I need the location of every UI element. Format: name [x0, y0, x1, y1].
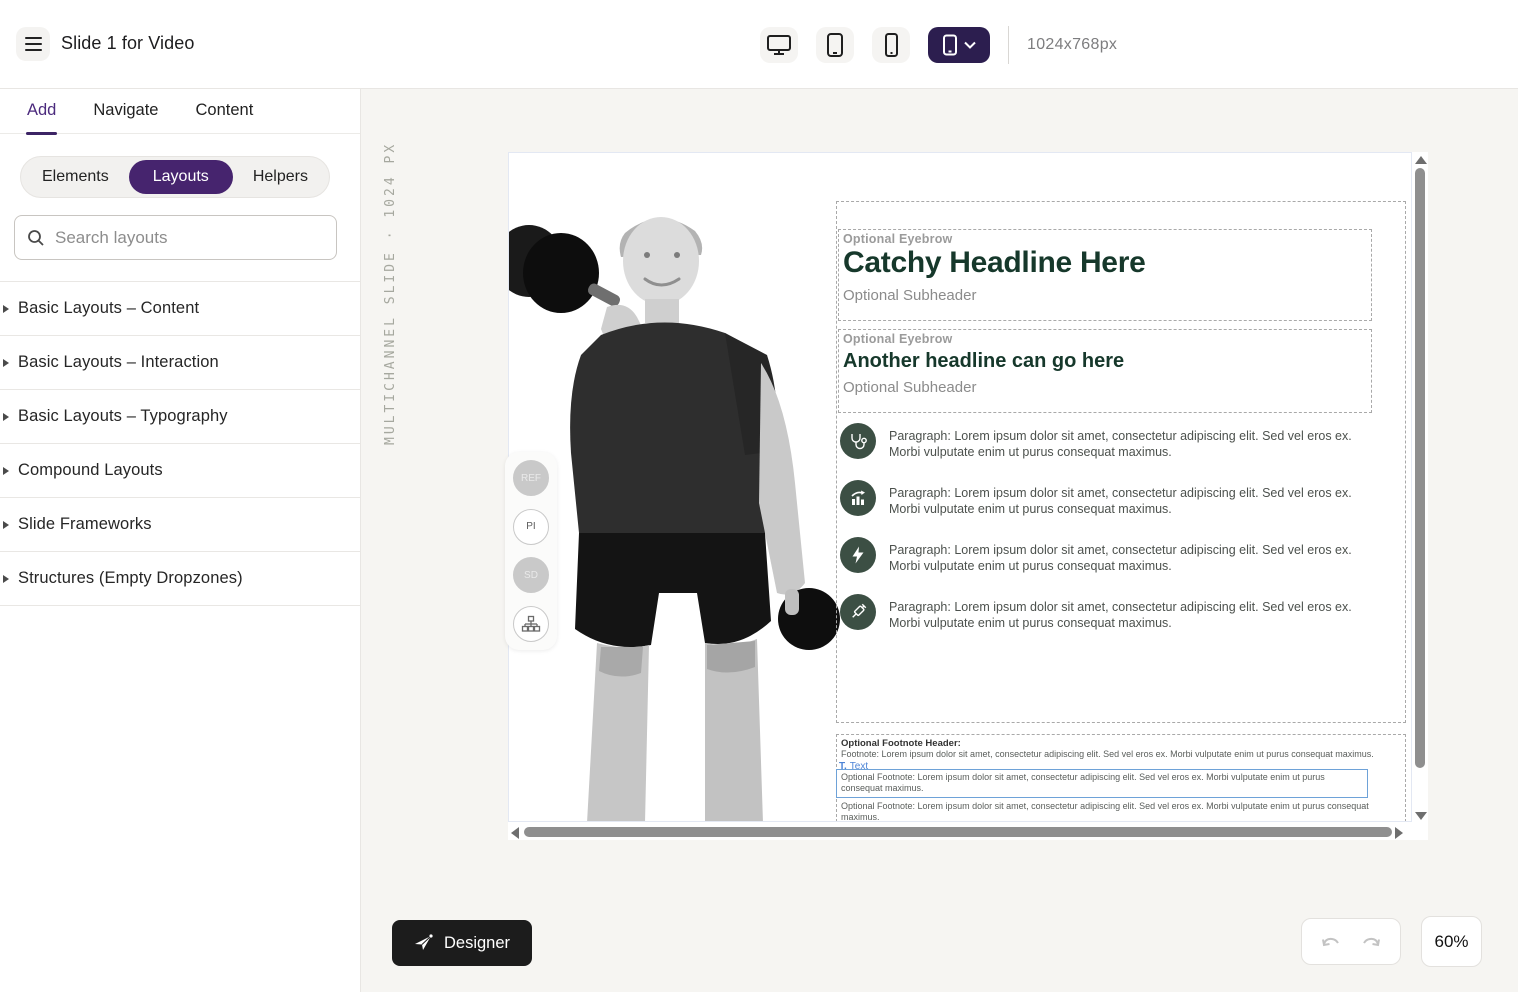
pill-elements[interactable]: Elements: [24, 160, 127, 194]
page-title: Slide 1 for Video: [61, 33, 194, 54]
paragraph-row[interactable]: Paragraph: Lorem ipsum dolor sit amet, c…: [840, 480, 1380, 518]
horizontal-scrollbar[interactable]: [524, 827, 1392, 837]
canvas-area: MULTICHANNEL SLIDE · 1024 PX: [361, 89, 1518, 992]
section-basic-layouts-interaction[interactable]: Basic Layouts – Interaction: [0, 336, 360, 390]
caret-right-icon: [3, 359, 9, 367]
caret-right-icon: [3, 413, 9, 421]
paper-plane-icon: [414, 933, 434, 953]
paragraph-row[interactable]: Paragraph: Lorem ipsum dolor sit amet, c…: [840, 594, 1380, 632]
section-compound-layouts[interactable]: Compound Layouts: [0, 444, 360, 498]
section-structures-empty-dropzones[interactable]: Structures (Empty Dropzones): [0, 552, 360, 606]
search-input[interactable]: [55, 228, 324, 248]
header-block-2[interactable]: Optional Eyebrow Another headline can go…: [838, 329, 1372, 413]
tab-content[interactable]: Content: [195, 101, 253, 122]
growth-chart-icon: [840, 480, 876, 516]
redo-icon[interactable]: [1360, 934, 1382, 950]
scroll-down-arrow[interactable]: [1414, 810, 1428, 822]
undo-icon[interactable]: [1320, 934, 1342, 950]
caret-right-icon: [3, 521, 9, 529]
topbar-divider: [1008, 26, 1009, 64]
lightning-icon: [840, 537, 876, 573]
pi-button[interactable]: PI: [513, 509, 549, 545]
syringe-icon: [840, 594, 876, 630]
pill-helpers[interactable]: Helpers: [235, 160, 326, 194]
menu-icon[interactable]: [16, 27, 50, 61]
sitemap-icon[interactable]: [513, 606, 549, 642]
slide-ruler-label: MULTICHANNEL SLIDE · 1024 PX: [383, 150, 398, 445]
footnote-header[interactable]: Optional Footnote Header:: [841, 738, 1400, 749]
tablet-icon[interactable]: [816, 27, 854, 63]
eyebrow-text[interactable]: Optional Eyebrow: [843, 332, 1371, 346]
stethoscope-icon: [840, 423, 876, 459]
scroll-left-arrow[interactable]: [511, 827, 519, 839]
section-slide-frameworks[interactable]: Slide Frameworks: [0, 498, 360, 552]
subheader-text[interactable]: Optional Subheader: [843, 287, 1371, 304]
scroll-up-arrow[interactable]: [1414, 154, 1428, 166]
footnote-line[interactable]: Optional Footnote: Lorem ipsum dolor sit…: [841, 801, 1401, 822]
subheader-text[interactable]: Optional Subheader: [843, 379, 1371, 396]
top-bar: Slide 1 for Video 1024x768px: [0, 0, 1518, 89]
tab-navigate[interactable]: Navigate: [93, 101, 158, 122]
vertical-scrollbar[interactable]: [1415, 168, 1425, 768]
slide-photo-man-with-dumbbell[interactable]: [509, 203, 849, 822]
paragraph-row[interactable]: Paragraph: Lorem ipsum dolor sit amet, c…: [840, 537, 1380, 575]
chevron-down-icon: [964, 41, 976, 49]
tablet-selected-icon: [942, 34, 958, 56]
headline-text[interactable]: Another headline can go here: [843, 349, 1371, 373]
designer-button[interactable]: Designer: [392, 920, 532, 966]
caret-right-icon: [3, 305, 9, 313]
sidebar: Add Navigate Content Elements Layouts He…: [0, 89, 361, 992]
phone-icon[interactable]: [872, 27, 910, 63]
slide-side-toolbar: REF PI SD: [505, 452, 557, 650]
paragraph-row[interactable]: Paragraph: Lorem ipsum dolor sit amet, c…: [840, 423, 1380, 461]
footnote-block[interactable]: Optional Footnote Header: Footnote: Lore…: [836, 734, 1406, 822]
sd-button[interactable]: SD: [513, 557, 549, 593]
layout-section-list: Basic Layouts – Content Basic Layouts – …: [0, 281, 360, 606]
ref-button[interactable]: REF: [513, 460, 549, 496]
zoom-level-button[interactable]: 60%: [1421, 916, 1482, 967]
section-basic-layouts-typography[interactable]: Basic Layouts – Typography: [0, 390, 360, 444]
slide-preview[interactable]: Optional Eyebrow Catchy Headline Here Op…: [508, 152, 1412, 822]
slide-viewport: Optional Eyebrow Catchy Headline Here Op…: [508, 152, 1428, 840]
eyebrow-text[interactable]: Optional Eyebrow: [843, 232, 1371, 246]
tab-add[interactable]: Add: [27, 101, 56, 122]
sidebar-tabs: Add Navigate Content: [0, 89, 360, 134]
search-layouts-box: [14, 215, 337, 260]
horizontal-scrollbar-track: [508, 824, 1428, 840]
footnote-line[interactable]: Footnote: Lorem ipsum dolor sit amet, co…: [841, 749, 1400, 760]
caret-right-icon: [3, 575, 9, 583]
undo-redo-group: [1301, 918, 1401, 965]
canvas-size-label: 1024x768px: [1027, 36, 1117, 54]
headline-text[interactable]: Catchy Headline Here: [843, 246, 1371, 281]
header-block-1[interactable]: Optional Eyebrow Catchy Headline Here Op…: [838, 229, 1372, 321]
device-selector-dropdown[interactable]: [928, 27, 990, 63]
section-basic-layouts-content[interactable]: Basic Layouts – Content: [0, 282, 360, 336]
pill-layouts[interactable]: Layouts: [129, 160, 233, 194]
category-pill-group: Elements Layouts Helpers: [20, 156, 330, 198]
device-preview-group: 1024x768px: [760, 26, 1117, 64]
footnote-line-selected[interactable]: Optional Footnote: Lorem ipsum dolor sit…: [836, 769, 1368, 798]
scroll-right-arrow[interactable]: [1395, 827, 1403, 839]
desktop-icon[interactable]: [760, 27, 798, 63]
search-icon: [27, 229, 45, 247]
caret-right-icon: [3, 467, 9, 475]
